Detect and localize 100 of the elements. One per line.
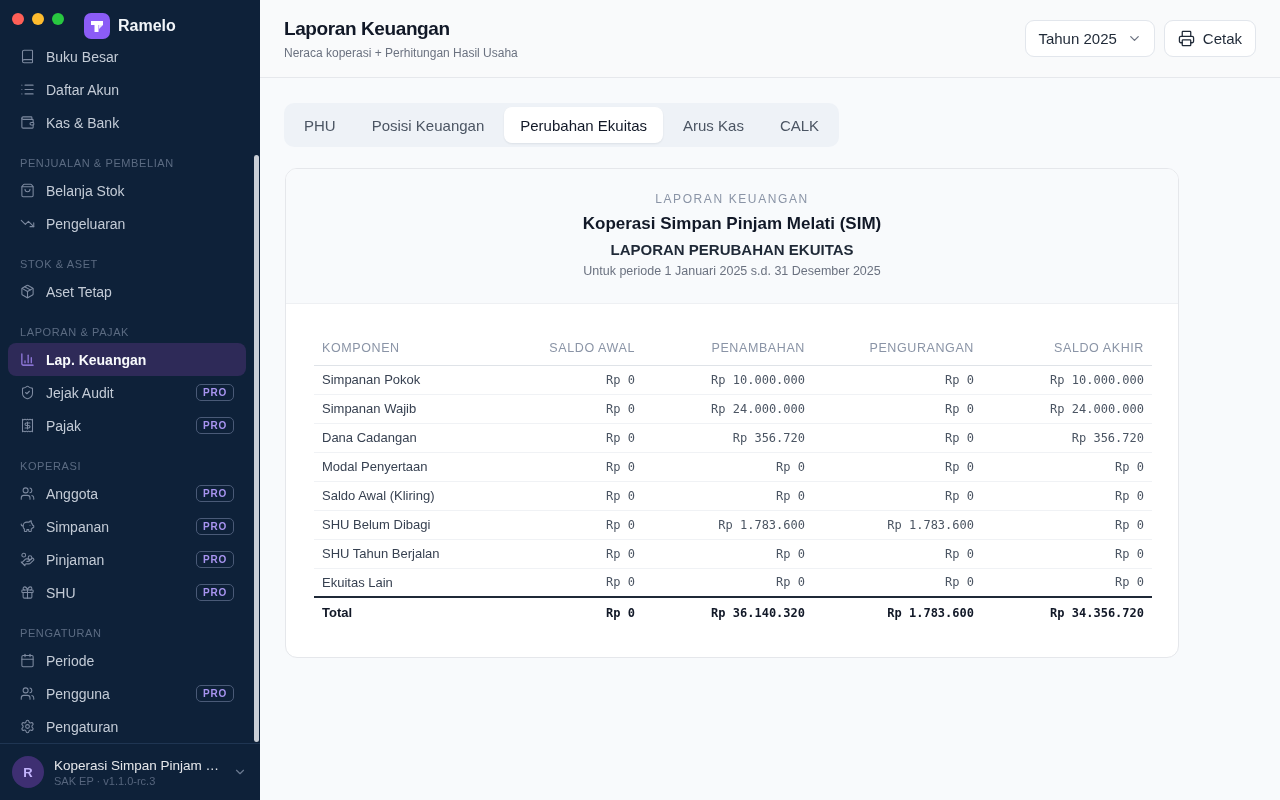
wallet-icon xyxy=(20,115,35,130)
users-icon xyxy=(20,486,35,501)
table-cell: SHU Belum Dibagi xyxy=(314,510,474,539)
sidebar-item[interactable]: Simpanan PRO xyxy=(8,510,246,543)
table-cell: Rp 24.000.000 xyxy=(643,394,813,423)
table-cell: Rp 1.783.600 xyxy=(813,510,982,539)
calendar-icon xyxy=(20,653,35,668)
sidebar-item[interactable]: Lap. Keuangan xyxy=(8,343,246,376)
table-cell: Rp 0 xyxy=(474,539,643,568)
app-logo xyxy=(84,13,110,39)
pro-badge: PRO xyxy=(195,485,234,502)
sidebar-item[interactable]: Pengguna PRO xyxy=(8,677,246,710)
sidebar-item[interactable]: Pengeluaran xyxy=(8,207,246,240)
sidebar-item[interactable]: Buku Besar xyxy=(8,40,246,73)
report-title: LAPORAN PERUBAHAN EKUITAS xyxy=(610,240,854,260)
window-control-icon[interactable] xyxy=(52,13,64,25)
window-control-icon[interactable] xyxy=(12,13,24,25)
sidebar-item-label: Daftar Akun xyxy=(46,81,120,98)
bar-chart-icon xyxy=(20,352,35,367)
sidebar-item-label: Anggota xyxy=(46,485,99,502)
sidebar-item-label: Pengeluaran xyxy=(46,215,126,232)
table-cell: Rp 0 xyxy=(813,568,982,597)
sidebar-item-label: Pengaturan xyxy=(46,718,119,735)
table-cell: Rp 0 xyxy=(982,510,1152,539)
pro-badge: PRO xyxy=(195,584,234,601)
book-icon xyxy=(20,49,35,64)
avatar: R xyxy=(12,756,44,788)
window-control-icon[interactable] xyxy=(32,13,44,25)
table-cell: Rp 0 xyxy=(474,394,643,423)
table-cell: Saldo Awal (Kliring) xyxy=(314,481,474,510)
sidebar-item[interactable]: Daftar Akun xyxy=(8,73,246,106)
column-header: KOMPONEN xyxy=(314,332,474,365)
table-cell: Simpanan Pokok xyxy=(314,365,474,394)
sidebar-item[interactable]: SHU PRO xyxy=(8,576,246,609)
table-cell: Rp 0 xyxy=(813,452,982,481)
scrollbar-thumb[interactable] xyxy=(254,155,259,742)
print-button[interactable]: Cetak xyxy=(1163,20,1256,57)
tab[interactable]: PHU xyxy=(288,107,352,143)
sidebar-item[interactable]: Jejak Audit PRO xyxy=(8,376,246,409)
account-switcher[interactable]: R Koperasi Simpan Pinjam … SAK EP · v1.1.0-rc.3 xyxy=(0,743,260,800)
table-cell: Rp 0 xyxy=(982,539,1152,568)
table-cell: Rp 0 xyxy=(474,365,643,394)
page-title: Laporan Keuangan xyxy=(284,17,451,40)
app-name: Ramelo xyxy=(118,17,176,35)
pro-badge: PRO xyxy=(195,417,234,434)
sidebar-item[interactable]: Belanja Stok xyxy=(8,174,246,207)
table-cell: Rp 0 xyxy=(813,423,982,452)
table-cell: Rp 0 xyxy=(982,481,1152,510)
sidebar-item[interactable]: Aset Tetap xyxy=(8,275,246,308)
table-cell: Rp 0 xyxy=(982,452,1152,481)
organization-name: Koperasi Simpan Pinjam Melati (SIM) xyxy=(582,213,882,235)
table-cell: Modal Penyertaan xyxy=(314,452,474,481)
sidebar-section-heading: PENJUALAN & PEMBELIAN xyxy=(19,156,175,171)
table-cell: Rp 0 xyxy=(813,539,982,568)
printer-icon xyxy=(1177,30,1195,47)
year-select[interactable]: Tahun 2025 xyxy=(1025,20,1155,57)
account-name: Koperasi Simpan Pinjam … xyxy=(54,757,220,773)
sidebar-item-label: Belanja Stok xyxy=(46,182,125,199)
tab[interactable]: CALK xyxy=(763,107,836,143)
column-header: PENGURANGAN xyxy=(813,332,982,365)
column-header: PENAMBAHAN xyxy=(643,332,813,365)
report-period: Untuk periode 1 Januari 2025 s.d. 31 Desember 2025 xyxy=(583,263,881,279)
sidebar-item-label: Kas & Bank xyxy=(46,114,120,131)
page-subtitle: Neraca koperasi + Perhitungan Hasil Usaha xyxy=(284,45,518,60)
table-cell: Rp 0 xyxy=(643,568,813,597)
sidebar-section-heading: PENGATURAN xyxy=(19,626,103,641)
pro-badge: PRO xyxy=(195,518,234,535)
report-eyebrow: LAPORAN KEUANGAN xyxy=(655,191,809,207)
receipt-icon xyxy=(20,418,35,433)
sidebar-item[interactable]: Pajak PRO xyxy=(8,409,246,442)
account-version: SAK EP · v1.1.0-rc.3 xyxy=(54,774,157,787)
table-cell: Rp 24.000.000 xyxy=(982,394,1152,423)
table-cell: Rp 0 xyxy=(643,452,813,481)
table-cell: Rp 0 xyxy=(474,568,643,597)
sidebar-item[interactable]: Pinjaman PRO xyxy=(8,543,246,576)
sidebar-item[interactable]: Anggota PRO xyxy=(8,477,246,510)
pro-badge: PRO xyxy=(195,685,234,702)
pro-badge: PRO xyxy=(195,384,234,401)
box-icon xyxy=(20,284,35,299)
settings-icon xyxy=(20,719,35,734)
column-header: SALDO AWAL xyxy=(474,332,643,365)
table-cell: Rp 0 xyxy=(813,481,982,510)
tab[interactable]: Posisi Keuangan xyxy=(355,107,501,143)
sidebar-item[interactable]: Kas & Bank xyxy=(8,106,246,139)
sidebar-item-label: Lap. Keuangan xyxy=(46,351,147,368)
tab[interactable]: Perubahan Ekuitas xyxy=(504,107,664,143)
table-cell: Rp 0 xyxy=(474,423,643,452)
list-icon xyxy=(20,82,35,97)
sidebar-section-heading: STOK & ASET xyxy=(19,257,99,272)
table-cell: Rp 1.783.600 xyxy=(643,510,813,539)
total-cell: Rp 36.140.320 xyxy=(643,597,813,627)
piggy-bank-icon xyxy=(20,519,35,534)
sidebar-item[interactable]: Periode xyxy=(8,644,246,677)
tab[interactable]: Arus Kas xyxy=(667,107,760,143)
pro-badge: PRO xyxy=(195,551,234,568)
table-cell: Rp 0 xyxy=(813,394,982,423)
sidebar-item[interactable]: Pengaturan xyxy=(8,710,246,743)
table-cell: SHU Tahun Berjalan xyxy=(314,539,474,568)
sidebar-section-heading: LAPORAN & PAJAK xyxy=(19,325,131,340)
table-cell: Rp 10.000.000 xyxy=(982,365,1152,394)
